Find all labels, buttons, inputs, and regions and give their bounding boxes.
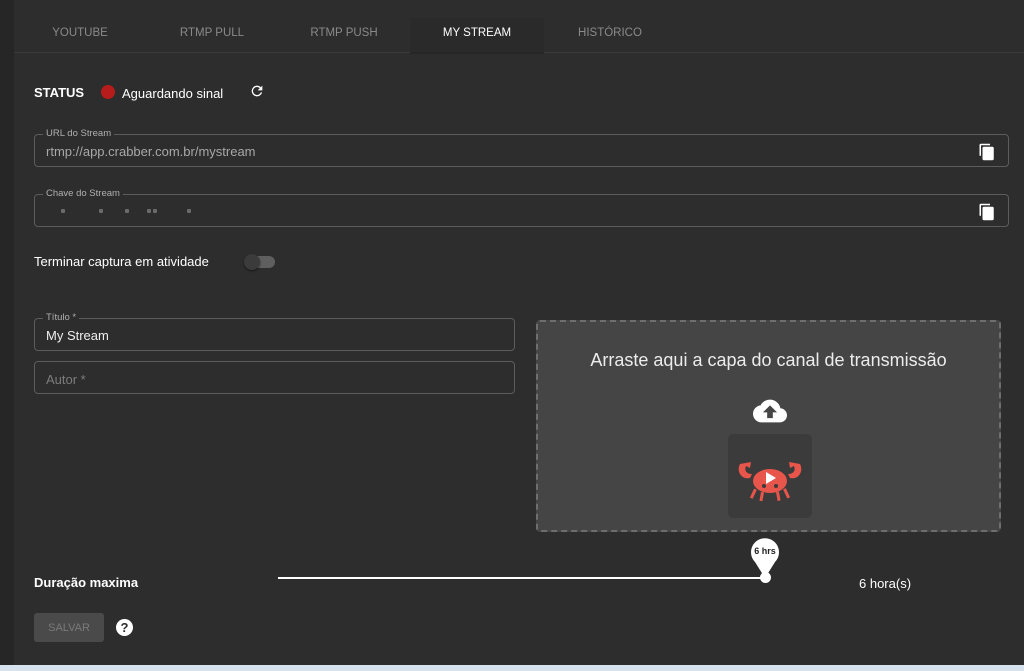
title-field[interactable]: Título * My Stream (34, 312, 515, 351)
crab-logo-icon (738, 462, 802, 502)
stream-key-field[interactable]: Chave do Stream (34, 188, 1009, 227)
title-value[interactable]: My Stream (46, 328, 109, 343)
tab-rtmp-pull[interactable]: RTMP PULL (146, 18, 278, 52)
stream-key-masked-value (57, 207, 257, 217)
duration-label: Duração maxima (34, 575, 139, 590)
save-button[interactable]: SALVAR (34, 613, 104, 642)
cloud-upload-icon[interactable] (748, 394, 792, 428)
tab-youtube[interactable]: YOUTUBE (14, 18, 146, 52)
terminate-capture-toggle[interactable] (244, 254, 275, 270)
left-edge-strip (0, 0, 14, 671)
toggle-knob (244, 254, 260, 270)
refresh-icon[interactable] (249, 83, 265, 99)
crab-logo (728, 434, 812, 518)
tab-bar: YOUTUBE RTMP PULL RTMP PUSH MY STREAM HI… (14, 18, 1024, 54)
tab-historico[interactable]: HISTÓRICO (544, 18, 676, 52)
stream-url-value[interactable]: rtmp://app.crabber.com.br/mystream (46, 144, 256, 159)
help-icon[interactable]: ? (116, 619, 133, 636)
cover-dropzone[interactable]: Arraste aqui a capa do canal de transmis… (536, 320, 1001, 532)
stream-url-field[interactable]: URL do Stream rtmp://app.crabber.com.br/… (34, 128, 1009, 167)
slider-tooltip-text: 6 hrs (754, 546, 776, 556)
bottom-edge-strip (0, 665, 1024, 671)
duration-slider-thumb[interactable] (760, 572, 771, 583)
tab-rtmp-push[interactable]: RTMP PUSH (278, 18, 410, 52)
title-label: Título * (43, 312, 80, 324)
status-label: STATUS (34, 85, 85, 100)
copy-icon[interactable] (978, 202, 996, 222)
status-indicator (101, 85, 115, 99)
tab-my-stream[interactable]: MY STREAM (410, 18, 544, 54)
stream-url-label: URL do Stream (43, 128, 115, 140)
terminate-capture-label: Terminar captura em atividade (34, 254, 209, 269)
author-placeholder: Autor * (46, 372, 86, 387)
dropzone-text: Arraste aqui a capa do canal de transmis… (590, 350, 947, 370)
stream-key-label: Chave do Stream (43, 188, 123, 200)
copy-icon[interactable] (978, 142, 996, 162)
duration-value: 6 hora(s) (859, 576, 912, 591)
author-field[interactable]: Autor * (34, 361, 515, 394)
duration-slider-track[interactable] (278, 577, 766, 579)
status-text: Aguardando sinal (122, 86, 224, 101)
